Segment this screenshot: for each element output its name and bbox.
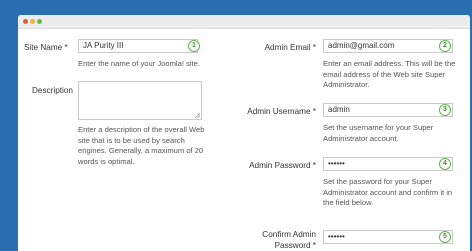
admin-password-help-line: the field below. — [323, 198, 374, 207]
admin-password-help: Set the password for your Super Administ… — [323, 177, 452, 209]
admin-username-help-line: Set the username for your Super — [323, 123, 434, 132]
description-help-line: Enter a description of the overall Web — [78, 125, 205, 134]
minimize-window-dot[interactable] — [30, 19, 35, 24]
admin-email-label: Admin Email * — [264, 43, 316, 52]
window-titlebar — [18, 15, 470, 29]
admin-email-help-line: Administrator. — [323, 80, 370, 89]
description-label: Description — [32, 86, 73, 95]
description-help-line: engines. Generally, a maximum of 20 — [78, 146, 204, 155]
description-help-line: words is optimal. — [78, 156, 135, 166]
description-help: Enter a description of the overall Web s… — [78, 125, 205, 167]
site-name-help: Enter the name of your Joomla! site. — [78, 59, 200, 68]
admin-email-help-line: Enter an email address. This will be the — [323, 59, 456, 68]
step-1-badge: 1 — [188, 40, 200, 52]
close-window-dot[interactable] — [23, 19, 28, 24]
admin-password-help-line: Set the password for your Super — [323, 177, 432, 186]
admin-username-help-line: Administrator account. — [323, 133, 399, 143]
admin-email-help: Enter an email address. This will be the… — [323, 59, 455, 91]
installer-window: Site Name * JA Purity III 1 Enter the na… — [18, 15, 470, 251]
confirm-password-input[interactable]: •••••• — [323, 230, 453, 244]
description-help-line: site that is to be used by search — [78, 135, 185, 145]
admin-email-help-line: email address of the Web site Super — [323, 69, 446, 79]
maximize-window-dot[interactable] — [37, 19, 42, 24]
confirm-password-label-line: Password * — [274, 241, 316, 250]
step-5-badge: 5 — [439, 231, 451, 243]
step-2-badge: 2 — [439, 40, 451, 52]
admin-password-input[interactable]: •••••• — [323, 157, 453, 171]
site-name-input[interactable]: JA Purity III — [78, 39, 198, 53]
admin-username-help: Set the username for your Super Administ… — [323, 123, 433, 144]
admin-email-input[interactable]: admin@gmail.com — [323, 39, 453, 53]
confirm-password-label-line: Confirm Admin — [262, 230, 316, 239]
admin-username-label: Admin Username * — [247, 107, 316, 116]
admin-username-input[interactable]: admin — [323, 103, 453, 117]
step-3-badge: 3 — [439, 104, 451, 116]
admin-password-help-line: Administrator account and confirm it in — [323, 187, 453, 197]
resize-handle-icon[interactable] — [194, 112, 200, 118]
site-name-label: Site Name * — [24, 43, 68, 52]
description-textarea[interactable] — [78, 81, 202, 120]
step-4-badge: 4 — [439, 158, 451, 170]
admin-password-label: Admin Password * — [249, 161, 316, 170]
confirm-password-label: Confirm Admin Password * — [246, 229, 316, 251]
